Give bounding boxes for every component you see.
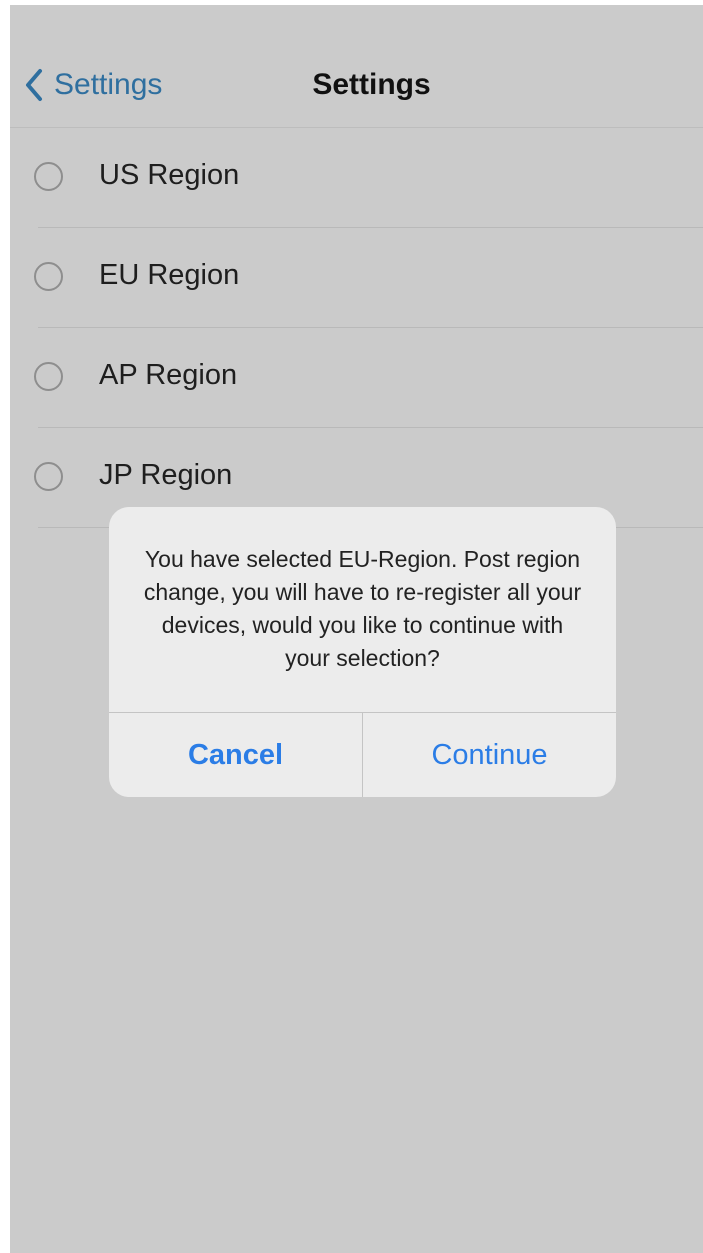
region-label: JP Region xyxy=(99,459,233,491)
region-label: US Region xyxy=(99,159,240,191)
page-title: Settings xyxy=(10,68,703,102)
radio-unselected-icon[interactable] xyxy=(34,362,63,391)
alert-message: You have selected EU-Region. Post region… xyxy=(143,546,582,671)
page-title-text: Settings xyxy=(312,68,431,101)
region-option-us[interactable]: US Region xyxy=(10,128,703,228)
settings-screen: Settings Settings US Region EU Region AP… xyxy=(10,5,703,1253)
cancel-button[interactable]: Cancel xyxy=(109,713,363,797)
radio-unselected-icon[interactable] xyxy=(34,262,63,291)
region-label: AP Region xyxy=(99,359,238,391)
radio-unselected-icon[interactable] xyxy=(34,162,63,191)
region-list: US Region EU Region AP Region JP Region xyxy=(10,128,703,528)
region-label: EU Region xyxy=(99,259,240,291)
continue-button[interactable]: Continue xyxy=(363,713,616,797)
region-option-eu[interactable]: EU Region xyxy=(10,228,703,328)
navigation-bar: Settings Settings xyxy=(10,5,703,128)
alert-actions: Cancel Continue xyxy=(109,712,616,797)
region-change-alert: You have selected EU-Region. Post region… xyxy=(109,507,616,797)
region-option-ap[interactable]: AP Region xyxy=(10,328,703,428)
radio-unselected-icon[interactable] xyxy=(34,462,63,491)
